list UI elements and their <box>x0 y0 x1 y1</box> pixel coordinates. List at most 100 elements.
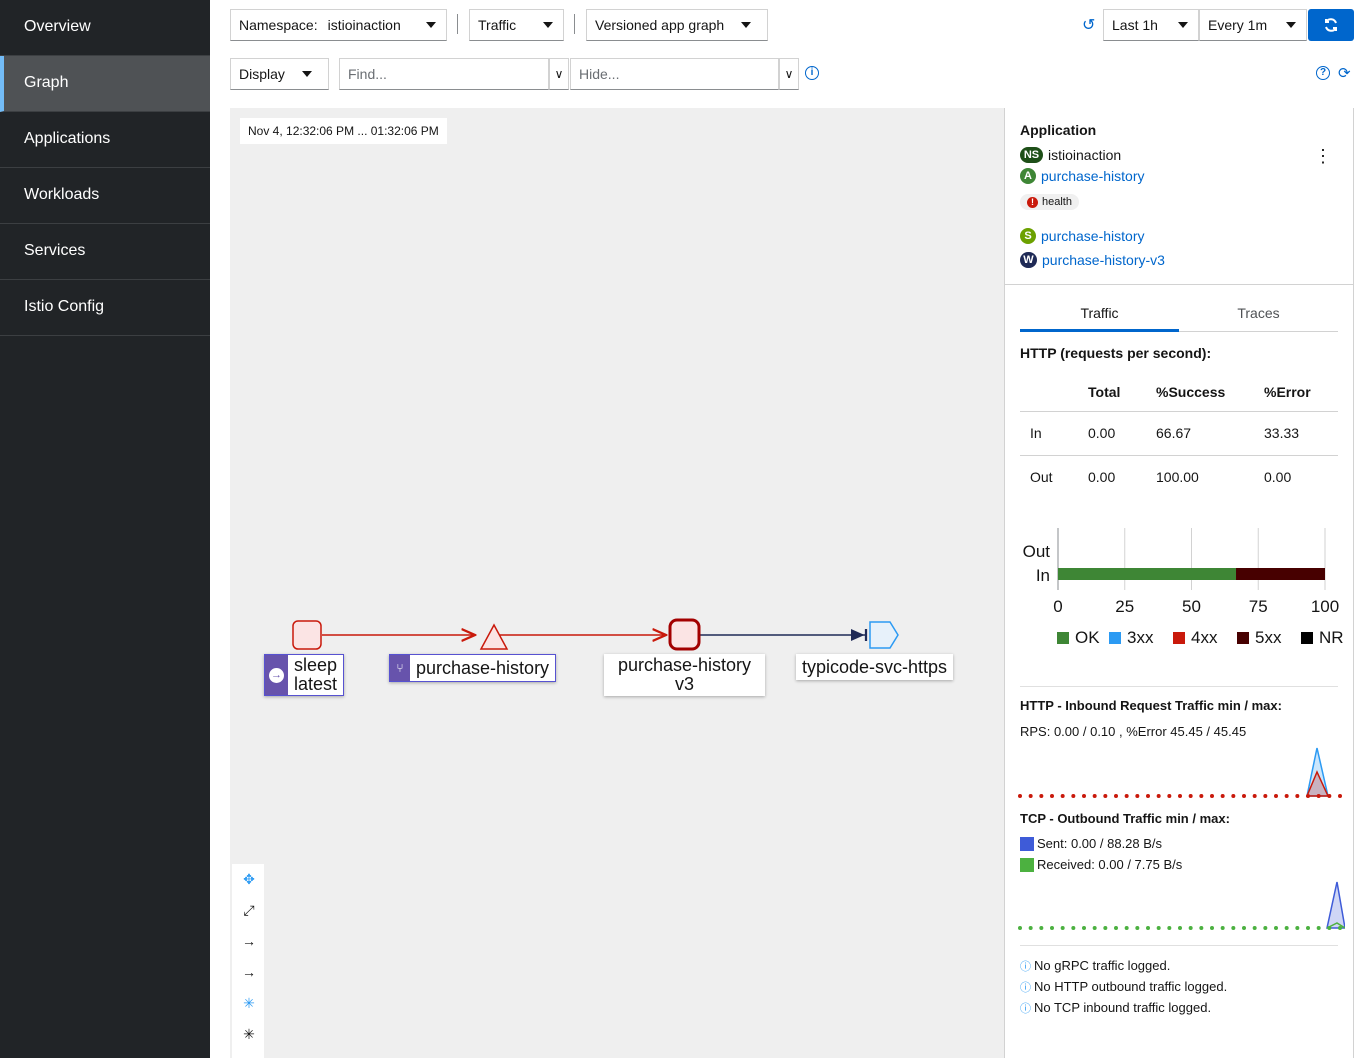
purchase-history-app-node-shape <box>479 623 509 650</box>
nav-istio-config[interactable]: Istio Config <box>0 280 210 336</box>
table-cell: 0.00 <box>1088 469 1116 486</box>
legend-label: 3xx <box>1127 628 1154 647</box>
app-link[interactable]: purchase-history <box>1041 168 1145 184</box>
refresh-button[interactable] <box>1308 9 1354 41</box>
refresh-interval-label: Every 1m <box>1208 17 1268 33</box>
note-grpc: ⓘ No gRPC traffic logged. <box>1020 958 1170 974</box>
layout-cluster-icon[interactable]: ✳ <box>235 990 263 1016</box>
sparkline-point <box>1050 794 1054 798</box>
find-chevron-down-icon[interactable]: ∨ <box>549 58 569 90</box>
sparkline-point <box>1082 794 1086 798</box>
table-row: Out 0.00 100.00 0.00 <box>1020 455 1338 499</box>
x-tick-label: 25 <box>1115 597 1134 616</box>
display-label: Display <box>239 66 285 82</box>
time-range-dropdown[interactable]: Last 1h <box>1103 9 1199 41</box>
sparkline-point <box>1210 794 1214 798</box>
info-icon[interactable]: i <box>805 66 819 80</box>
typicode-node-shape <box>869 621 899 649</box>
sleep-node-shape <box>292 620 322 650</box>
table-row: In 0.00 66.67 33.33 <box>1020 411 1338 455</box>
sparkline-point <box>1220 926 1225 930</box>
y-tick-label: Out <box>1023 542 1051 561</box>
sparkline-point <box>1274 926 1278 930</box>
chevron-down-icon <box>302 71 312 77</box>
chevron-down-icon <box>1286 22 1296 28</box>
history-icon[interactable]: ↺ <box>1082 15 1095 35</box>
kebab-menu-icon[interactable]: ⋮ <box>1314 147 1332 165</box>
service-badge: S <box>1020 228 1036 244</box>
nav-applications[interactable]: Applications <box>0 112 210 168</box>
find-input[interactable]: Find... <box>339 58 549 90</box>
graph-canvas[interactable]: Nov 4, 12:32:06 PM ... 01:32:06 PM → sle… <box>230 108 1004 1058</box>
nav-overview[interactable]: Overview <box>0 0 210 56</box>
table-cell: Out <box>1030 469 1053 486</box>
app-row: A purchase-history <box>1020 168 1145 184</box>
chevron-down-icon <box>543 22 553 28</box>
graph-type-label: Versioned app graph <box>595 17 725 33</box>
sparkline-point <box>1178 794 1182 798</box>
sparkline-point <box>1018 926 1022 930</box>
sparkline-point <box>1284 926 1289 930</box>
tcp-received-row: Received: 0.00 / 7.75 B/s <box>1020 857 1182 872</box>
workload-row: W purchase-history-v3 <box>1020 252 1165 268</box>
nav-services[interactable]: Services <box>0 224 210 280</box>
sidebar: Overview Graph Applications Workloads Se… <box>0 0 210 1058</box>
sparkline-point <box>1338 926 1342 930</box>
refresh-interval-dropdown[interactable]: Every 1m <box>1199 9 1307 41</box>
graph-type-dropdown[interactable]: Versioned app graph <box>586 9 768 41</box>
namespace-dropdown[interactable]: Namespace: istioinaction <box>230 9 447 41</box>
purchase-history-app-node-label[interactable]: ⑂ purchase-history <box>389 654 557 682</box>
traffic-dropdown[interactable]: Traffic <box>469 9 564 41</box>
divider <box>574 14 575 34</box>
note-text: No gRPC traffic logged. <box>1034 958 1171 973</box>
sparkline-point <box>1306 794 1310 798</box>
nav-graph[interactable]: Graph <box>0 56 210 112</box>
purchase-history-app-name: purchase-history <box>416 658 550 678</box>
move-icon[interactable]: ✥ <box>235 866 263 892</box>
sleep-node-label[interactable]: → sleep latest <box>264 654 345 696</box>
x-tick-label: 100 <box>1311 597 1339 616</box>
fit-icon[interactable]: ⤢ <box>235 897 263 923</box>
sparkline-point <box>1039 926 1044 930</box>
main-area: Namespace: istioinaction Traffic Version… <box>210 0 1367 1058</box>
nav-workloads[interactable]: Workloads <box>0 168 210 224</box>
help-icon[interactable]: ? <box>1316 66 1330 80</box>
sparkline-point <box>1071 794 1076 798</box>
sparkline-point <box>1263 794 1268 798</box>
legend-swatch <box>1057 632 1069 644</box>
hide-input[interactable]: Hide... <box>570 58 779 90</box>
table-cell: In <box>1030 425 1042 441</box>
hide-chevron-down-icon[interactable]: ∨ <box>779 58 799 90</box>
sparkline-point <box>1060 926 1065 930</box>
layout-arrow-icon[interactable]: → <box>235 928 263 954</box>
purchase-history-v3-node-shape <box>668 618 701 651</box>
tab-traffic[interactable]: Traffic <box>1020 298 1179 332</box>
x-tick-label: 75 <box>1249 597 1268 616</box>
error-icon: ! <box>1027 196 1038 208</box>
sparkline-sent <box>1326 881 1345 929</box>
v3-name: purchase-history <box>617 655 752 675</box>
display-dropdown[interactable]: Display <box>230 58 329 90</box>
sparkline-point <box>1156 926 1161 930</box>
sparkline-point <box>1316 794 1321 798</box>
typicode-node-label[interactable]: typicode-svc-https <box>796 654 954 680</box>
refresh-icon <box>1325 18 1337 32</box>
legend-swatch <box>1237 632 1249 644</box>
sparkline-point <box>1082 926 1086 930</box>
tab-traces[interactable]: Traces <box>1179 298 1338 332</box>
sparkline-point <box>1316 926 1321 930</box>
sparkline-point <box>1306 926 1310 930</box>
table-cell: 33.33 <box>1264 425 1300 441</box>
sparkline-point <box>1135 794 1140 798</box>
service-link[interactable]: purchase-history <box>1041 228 1145 244</box>
tour-icon[interactable]: ⟳ <box>1338 64 1351 82</box>
layout-cluster-icon[interactable]: ✳ <box>235 1021 263 1047</box>
panel-tabs: Traffic Traces <box>1020 298 1338 332</box>
legend-swatch <box>1020 836 1034 851</box>
purchase-history-v3-node-label[interactable]: purchase-history v3 <box>604 654 765 696</box>
sparkline-point <box>1178 926 1182 930</box>
layout-arrow-icon[interactable]: → <box>235 959 263 985</box>
info-icon: ⓘ <box>1020 982 1031 994</box>
sparkline-point <box>1124 926 1129 930</box>
workload-link[interactable]: purchase-history-v3 <box>1042 252 1165 268</box>
